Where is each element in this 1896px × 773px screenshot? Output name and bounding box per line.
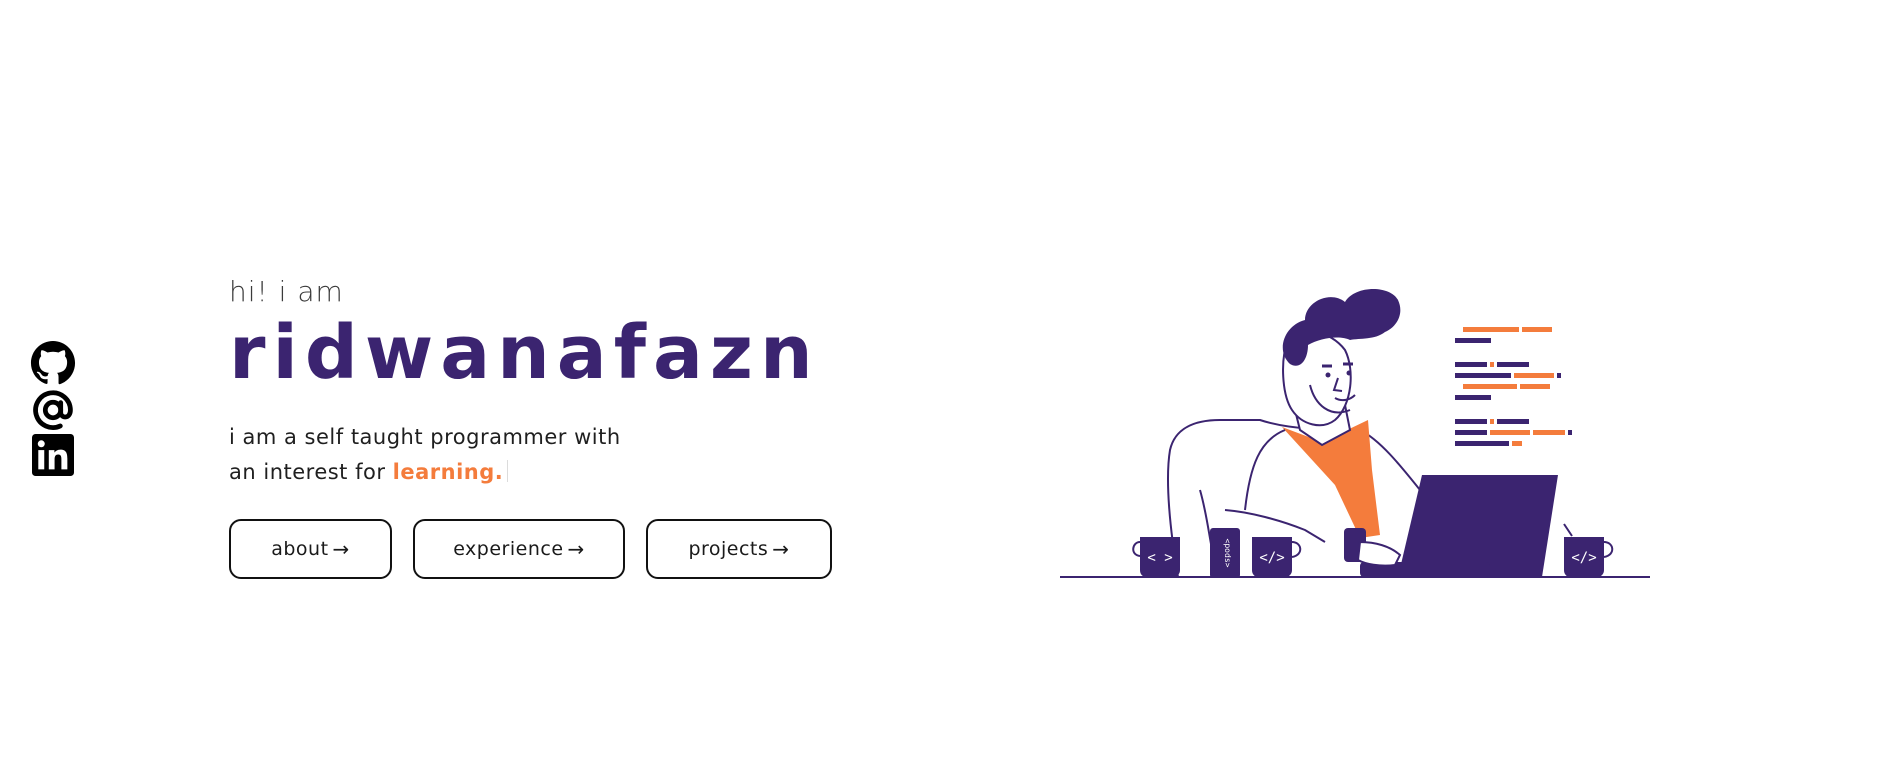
typing-caret: [507, 460, 509, 482]
can-graphic: <pods>: [1210, 528, 1240, 578]
projects-button[interactable]: projects →: [646, 519, 832, 579]
linkedin-icon: [32, 434, 74, 476]
mug-left-label: < >: [1147, 550, 1172, 566]
email-link[interactable]: [31, 388, 75, 432]
social-links: [30, 340, 76, 476]
mug-right-graphic: </>: [1563, 523, 1614, 578]
experience-button-label: experience: [453, 538, 564, 560]
about-button-label: about: [271, 538, 329, 560]
arrow-right-icon: →: [567, 537, 585, 561]
github-icon: [30, 340, 76, 385]
programmer-illustration-svg: < > <pods> </> </>: [1060, 288, 1650, 578]
hero-section: hi! i am ridwanafazn i am a self taught …: [229, 274, 832, 579]
projects-button-label: projects: [688, 538, 769, 560]
mug-left-graphic: < >: [1132, 537, 1180, 578]
name-heading: ridwanafazn: [229, 310, 820, 396]
programmer-illustration: < > <pods> </> </>: [1060, 280, 1660, 589]
can-label: <pods>: [1223, 539, 1232, 568]
greeting-text: hi! i am: [229, 275, 344, 308]
at-icon: [33, 390, 73, 430]
about-button[interactable]: about →: [229, 519, 392, 579]
github-link[interactable]: [30, 340, 76, 386]
intro-highlight: learning.: [392, 460, 504, 484]
arrow-right-icon: →: [332, 537, 350, 561]
page: hi! i am ridwanafazn i am a self taught …: [0, 0, 1896, 773]
mug-middle-label: </>: [1259, 550, 1284, 566]
arrow-right-icon: →: [772, 537, 790, 561]
linkedin-link[interactable]: [32, 434, 74, 476]
experience-button[interactable]: experience →: [413, 519, 625, 579]
code-snippet-graphic: [1455, 327, 1572, 446]
intro-text: i am a self taught programmer with an in…: [229, 420, 832, 490]
mug-right-label: </>: [1571, 550, 1596, 566]
nav-buttons: about → experience → projects →: [229, 519, 832, 579]
intro-line-2-prefix: an interest for: [229, 460, 393, 484]
intro-line-2: an interest for learning.: [229, 455, 832, 490]
intro-line-1: i am a self taught programmer with: [229, 425, 621, 449]
